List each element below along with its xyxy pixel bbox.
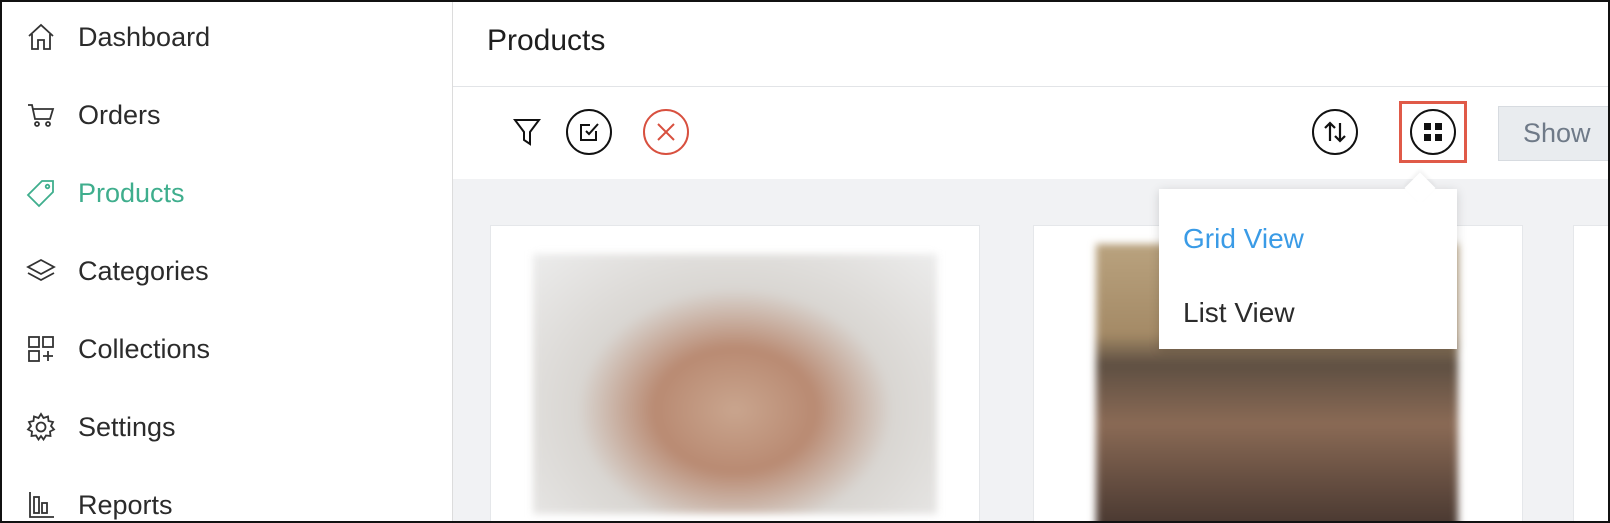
collections-icon: [24, 332, 58, 366]
page-title: Products: [487, 24, 606, 57]
select-button[interactable]: [566, 109, 612, 155]
page-header: Products: [453, 2, 1608, 87]
sidebar-item-dashboard[interactable]: Dashboard: [24, 17, 210, 57]
grid-icon: [1424, 123, 1442, 141]
sidebar-item-label: Categories: [78, 255, 209, 286]
sidebar-item-reports[interactable]: Reports: [24, 485, 173, 521]
product-card[interactable]: [490, 225, 980, 521]
view-toggle-button[interactable]: [1410, 109, 1456, 155]
grid-view-option[interactable]: Grid View: [1183, 223, 1304, 255]
select-icon: [580, 123, 599, 141]
sidebar-item-label: Products: [78, 177, 185, 208]
home-icon: [24, 20, 58, 54]
close-icon: [657, 123, 675, 141]
toolbar: Show: [453, 87, 1608, 179]
gear-icon: [24, 410, 58, 444]
cart-icon: [24, 98, 58, 132]
sidebar-item-label: Dashboard: [78, 21, 211, 52]
sidebar-item-label: Reports: [78, 489, 173, 520]
product-image: [533, 254, 937, 514]
sort-button[interactable]: [1312, 109, 1358, 155]
sidebar-item-products[interactable]: Products: [24, 173, 185, 213]
sidebar-item-collections[interactable]: Collections: [24, 329, 210, 369]
main-panel: Products Show Grid View List View: [453, 2, 1608, 521]
sidebar-item-label: Collections: [78, 333, 211, 364]
view-menu: Grid View List View: [1159, 189, 1457, 349]
sidebar-item-label: Orders: [78, 99, 161, 130]
layers-icon: [24, 254, 58, 288]
sidebar-item-orders[interactable]: Orders: [24, 95, 161, 135]
list-view-option[interactable]: List View: [1183, 297, 1295, 329]
sort-icon: [1324, 121, 1346, 143]
filter-button[interactable]: [509, 112, 545, 152]
sidebar-item-settings[interactable]: Settings: [24, 407, 176, 447]
sidebar-item-categories[interactable]: Categories: [24, 251, 209, 291]
show-button[interactable]: Show: [1498, 106, 1608, 161]
sidebar-item-label: Settings: [78, 411, 176, 442]
reports-icon: [24, 488, 58, 521]
product-card[interactable]: [1573, 225, 1608, 521]
tag-icon: [24, 176, 58, 210]
sidebar: Dashboard Orders Products Categories Col…: [2, 2, 453, 521]
filter-icon: [513, 119, 541, 146]
clear-button[interactable]: [643, 109, 689, 155]
app-window: Dashboard Orders Products Categories Col…: [0, 0, 1610, 523]
